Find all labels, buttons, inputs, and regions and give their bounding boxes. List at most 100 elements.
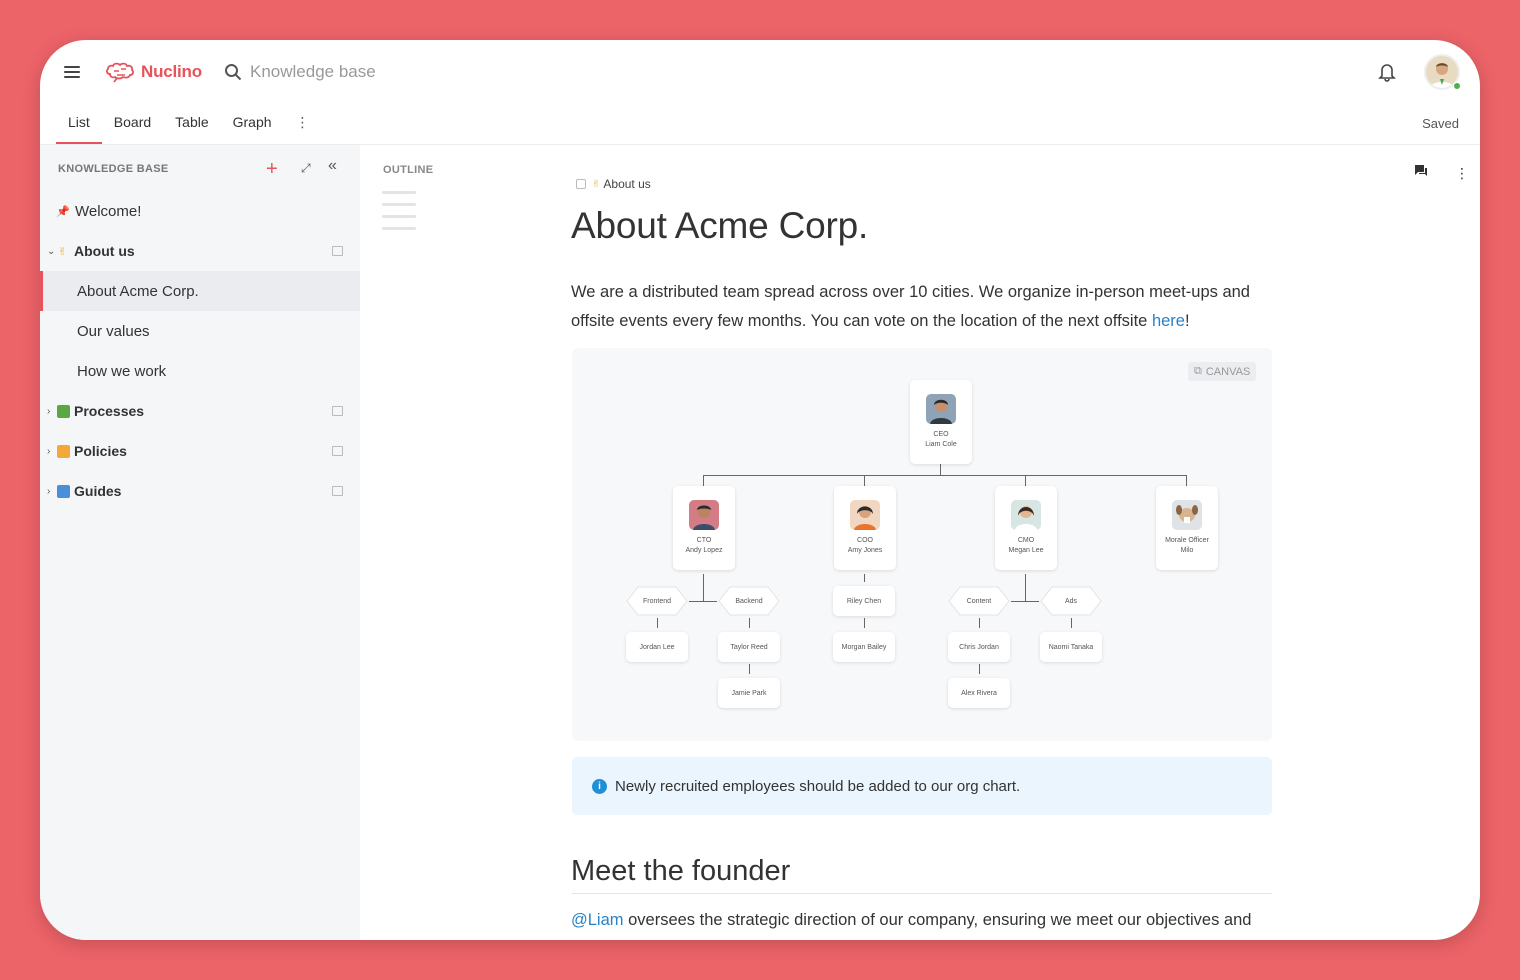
org-card-cto[interactable]: CTO Andy Lopez (673, 486, 735, 570)
org-member-naomi[interactable]: Naomi Tanaka (1040, 632, 1102, 662)
org-connector (749, 618, 750, 628)
sidebar-item-label: How we work (77, 362, 167, 380)
search-box[interactable]: Knowledge base (224, 60, 376, 84)
org-connector (703, 574, 704, 601)
online-status-dot (1453, 82, 1461, 90)
canvas-badge-label: CANVAS (1205, 365, 1251, 378)
sidebar-item-how-we-work[interactable]: How we work (40, 351, 360, 391)
app-logo[interactable]: Nuclino (105, 58, 202, 86)
mention-liam-link[interactable]: @Liam (571, 911, 624, 929)
team-label: Ads (1064, 597, 1078, 605)
breadcrumb-label[interactable]: About us (603, 177, 650, 191)
org-member-jamie[interactable]: Jamie Park (718, 678, 780, 708)
search-input[interactable]: Knowledge base (250, 62, 376, 82)
sidebar: KNOWLEDGE BASE + ⤢ « 📌 Welcome! ⌄ ✌ Abou… (40, 145, 360, 940)
org-card-cmo[interactable]: CMO Megan Lee (995, 486, 1057, 570)
more-views-icon[interactable]: ⋮ (284, 104, 322, 144)
copy-icon[interactable] (332, 406, 343, 416)
dog-avatar (1172, 500, 1202, 530)
team-frontend[interactable]: Frontend (626, 586, 688, 616)
chevron-down-icon[interactable]: ⌄ (47, 246, 55, 257)
org-connector (1025, 574, 1026, 601)
org-connector (864, 618, 865, 628)
team-label: Backend (735, 597, 763, 605)
page-title[interactable]: About Acme Corp. (571, 205, 868, 247)
org-person: Milo (1180, 547, 1194, 554)
outline-entry[interactable] (382, 227, 416, 230)
callout-text: Newly recruited employees should be adde… (615, 777, 1021, 795)
founder-text: oversees the strategic direction of our … (623, 911, 1252, 929)
org-person: Andy Lopez (685, 547, 723, 554)
collapse-sidebar-button[interactable]: « (328, 157, 337, 175)
expand-icon[interactable]: ⤢ (301, 161, 311, 176)
org-card-ceo[interactable]: CEO Liam Cole (910, 380, 972, 464)
outline-entry[interactable] (382, 191, 416, 194)
sidebar-item-label: Processes (74, 403, 145, 419)
chevron-right-icon[interactable]: › (47, 406, 50, 417)
canvas-shapes-icon: ⧉ (1194, 365, 1202, 377)
save-status: Saved (1422, 116, 1459, 131)
hamburger-menu-icon[interactable] (64, 66, 80, 78)
info-icon: i (592, 778, 607, 794)
tab-board[interactable]: Board (102, 104, 163, 144)
brain-logo-icon (106, 62, 134, 83)
org-role: CTO (696, 537, 712, 544)
chevron-right-icon[interactable]: › (47, 446, 50, 457)
outline-entry[interactable] (382, 215, 416, 218)
sidebar-item-processes[interactable]: › Processes (40, 391, 360, 431)
outline-entry[interactable] (382, 203, 416, 206)
founder-paragraph[interactable]: @Liam oversees the strategic direction o… (571, 906, 1291, 935)
copy-icon[interactable] (332, 486, 343, 496)
org-chart-canvas[interactable]: ⧉ CANVAS CEO Liam Cole CTO Andy Lopez CO… (572, 348, 1272, 741)
team-label: Content (966, 597, 992, 605)
victory-hand-emoji-icon: ✌ (58, 245, 68, 258)
offsite-vote-link[interactable]: here (1152, 312, 1185, 330)
notification-bell-icon[interactable] (1378, 62, 1396, 82)
sidebar-item-label: Guides (74, 483, 122, 499)
org-connector (940, 464, 941, 475)
team-ads[interactable]: Ads (1040, 586, 1102, 616)
org-role: COO (857, 537, 873, 544)
intro-paragraph[interactable]: We are a distributed team spread across … (571, 278, 1271, 336)
org-member-jordan[interactable]: Jordan Lee (626, 632, 688, 662)
org-role: Morale Officer (1165, 537, 1209, 544)
sidebar-item-policies[interactable]: › Policies (40, 431, 360, 471)
org-member-chris[interactable]: Chris Jordan (948, 632, 1010, 662)
sidebar-item-guides[interactable]: › Guides (40, 471, 360, 511)
org-member-riley[interactable]: Riley Chen (833, 586, 895, 616)
sidebar-item-our-values[interactable]: Our values (40, 311, 360, 351)
sidebar-item-about-us[interactable]: ⌄ ✌ About us (40, 231, 360, 271)
tab-table[interactable]: Table (163, 104, 220, 144)
copy-icon[interactable] (332, 246, 343, 256)
sidebar-item-about-acme[interactable]: About Acme Corp. (40, 271, 360, 311)
org-connector (864, 475, 865, 486)
more-options-icon[interactable]: ⋮ (1455, 166, 1469, 180)
pin-icon: 📌 (56, 205, 70, 218)
org-connector (703, 475, 704, 486)
tab-list[interactable]: List (56, 104, 102, 144)
org-connector (1186, 475, 1187, 486)
copy-icon[interactable] (332, 446, 343, 456)
org-connector (979, 664, 980, 674)
avatar (926, 394, 956, 424)
org-member-taylor[interactable]: Taylor Reed (718, 632, 780, 662)
org-connector (979, 618, 980, 628)
breadcrumb[interactable]: ✌ About us (576, 177, 651, 191)
info-callout[interactable]: i Newly recruited employees should be ad… (572, 757, 1272, 815)
sidebar-item-label: Policies (74, 443, 127, 459)
org-role: CMO (1017, 537, 1035, 544)
tab-graph[interactable]: Graph (221, 104, 284, 144)
sidebar-item-welcome[interactable]: 📌 Welcome! (40, 191, 360, 231)
org-card-coo[interactable]: COO Amy Jones (834, 486, 896, 570)
team-content[interactable]: Content (948, 586, 1010, 616)
org-card-morale-officer[interactable]: Morale Officer Milo (1156, 486, 1218, 570)
team-backend[interactable]: Backend (718, 586, 780, 616)
search-icon (225, 64, 242, 81)
org-member-morgan[interactable]: Morgan Bailey (833, 632, 895, 662)
chevron-right-icon[interactable]: › (47, 486, 50, 497)
add-item-button[interactable]: + (266, 159, 278, 179)
section-heading[interactable]: Meet the founder (571, 855, 790, 888)
org-member-alex[interactable]: Alex Rivera (948, 678, 1010, 708)
team-label: Frontend (642, 597, 672, 605)
comments-icon[interactable] (1414, 164, 1428, 178)
